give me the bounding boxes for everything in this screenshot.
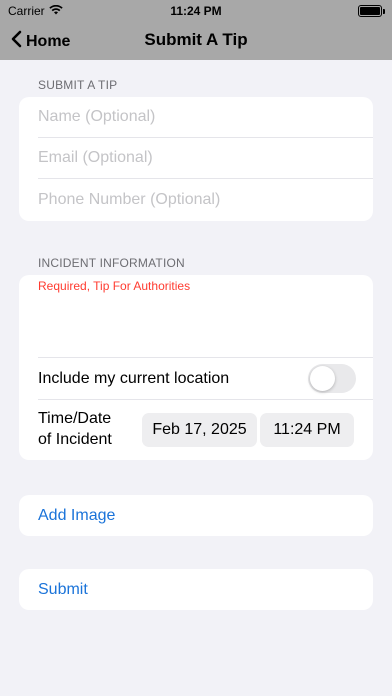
toggle-knob xyxy=(310,366,335,391)
navigation-bar: Home Submit A Tip xyxy=(0,22,392,60)
location-label: Include my current location xyxy=(38,369,230,387)
location-toggle[interactable] xyxy=(308,364,356,393)
battery-icon xyxy=(358,5,385,17)
back-button[interactable]: Home xyxy=(10,30,70,53)
submit-tip-section-header: SUBMIT A TIP xyxy=(38,78,118,92)
status-bar: Carrier 11:24 PM xyxy=(0,0,392,22)
datetime-row: Time/Date of Incident Feb 17, 2025 11:24… xyxy=(38,400,373,458)
back-button-label: Home xyxy=(26,32,71,50)
name-field[interactable] xyxy=(38,108,338,126)
date-picker-button[interactable]: Feb 17, 2025 xyxy=(142,413,257,447)
email-row xyxy=(38,138,373,179)
description-row xyxy=(38,275,373,358)
incident-info-card: Include my current location Time/Date of… xyxy=(19,275,373,460)
phone-field[interactable] xyxy=(38,190,338,209)
chevron-left-icon xyxy=(10,30,22,53)
status-time: 11:24 PM xyxy=(170,4,222,18)
datetime-label: Time/Date of Incident xyxy=(38,408,148,450)
submit-button[interactable]: Submit xyxy=(19,569,373,610)
contact-info-card xyxy=(19,97,373,221)
time-picker-button[interactable]: 11:24 PM xyxy=(260,413,354,447)
incident-section-header: INCIDENT INFORMATION xyxy=(38,256,185,270)
datetime-label-line1: Time/Date xyxy=(38,410,112,427)
phone-row xyxy=(38,179,373,220)
description-field[interactable] xyxy=(38,279,354,355)
email-field[interactable] xyxy=(38,149,338,167)
add-image-label: Add Image xyxy=(38,506,116,524)
add-image-button[interactable]: Add Image xyxy=(19,495,373,536)
location-row: Include my current location xyxy=(38,358,373,400)
submit-label: Submit xyxy=(38,580,88,598)
datetime-label-line2: of Incident xyxy=(38,431,112,448)
name-row xyxy=(38,97,373,138)
